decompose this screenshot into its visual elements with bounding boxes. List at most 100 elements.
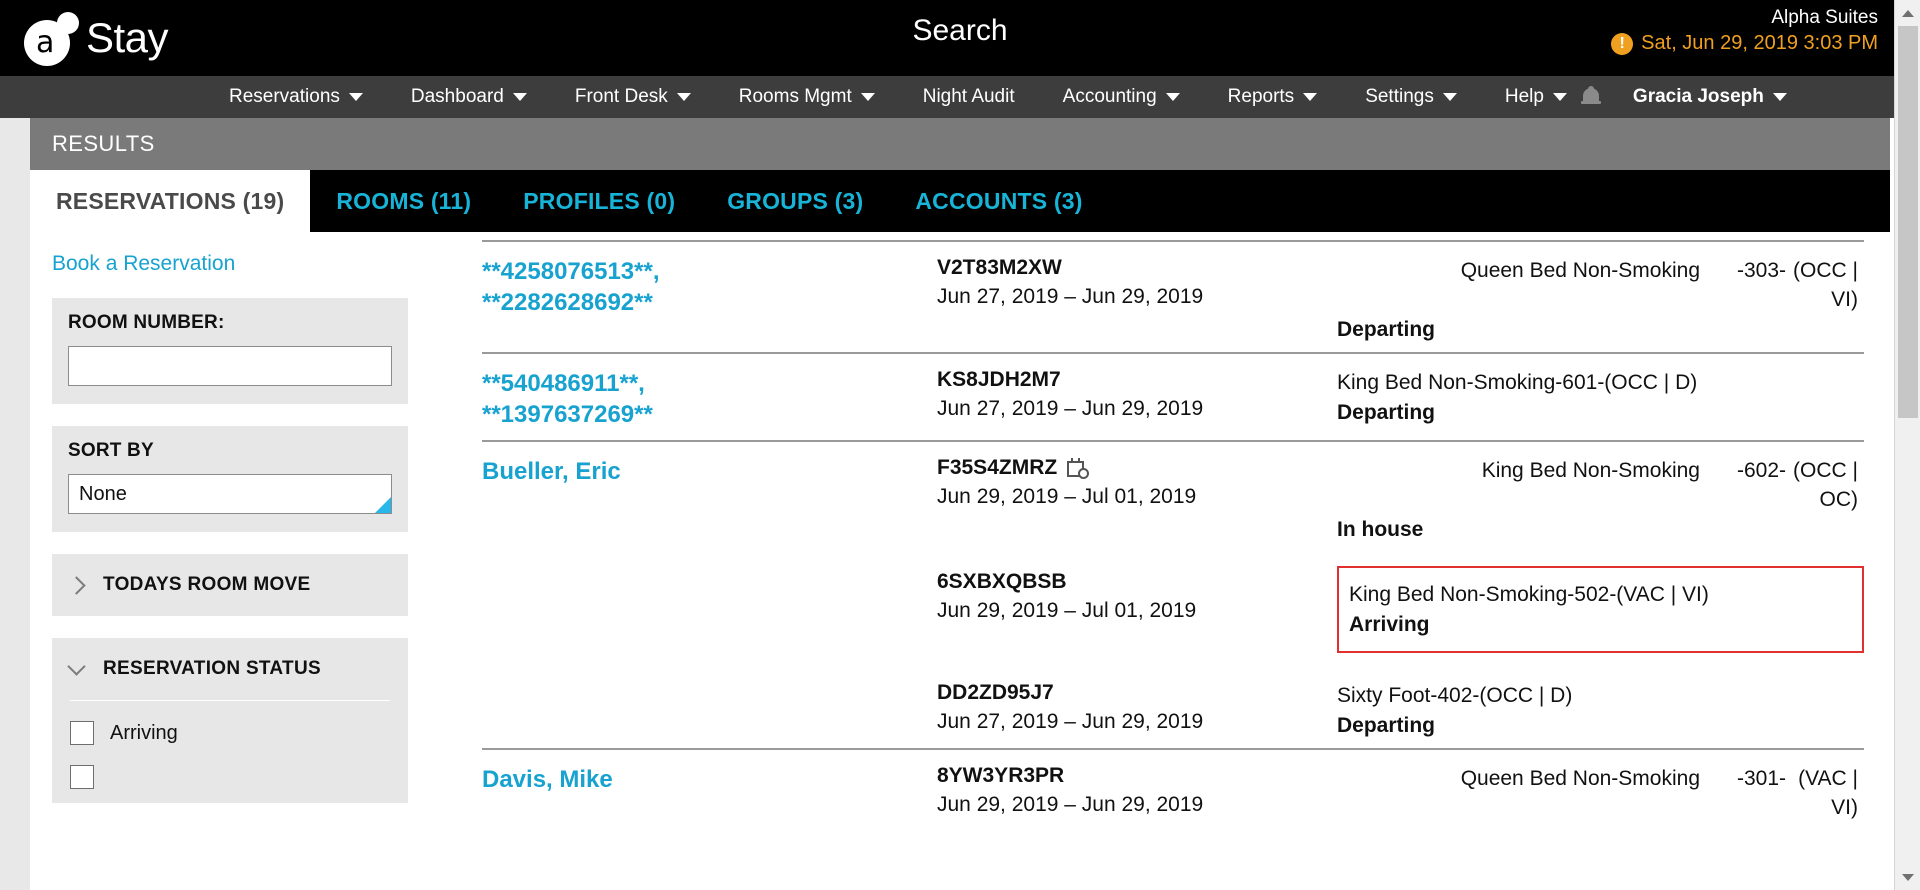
table-row[interactable]: **540486911**, **1397637269** KS8JDH2M7 … <box>482 352 1864 440</box>
guest-name-link[interactable]: Davis, Mike <box>482 758 937 795</box>
nav-label: Help <box>1504 86 1544 107</box>
nav-item-accounting[interactable]: Accounting <box>1039 76 1204 118</box>
room-status-code: (OCC | VI) <box>1793 259 1858 311</box>
guest-name-line1: Bueller, Eric <box>482 458 621 485</box>
guest-name-link[interactable]: Bueller, Eric <box>482 450 937 487</box>
table-subrow[interactable]: 6SXBXQBSB Jun 29, 2019 – Jul 01, 2019 Ki… <box>482 564 1864 653</box>
room-number-label: ROOM NUMBER: <box>68 312 225 333</box>
nav-label: Rooms Mgmt <box>738 86 852 107</box>
room-full-description: King Bed Non-Smoking-601-(OCC | D) <box>1337 371 1698 394</box>
nav-item-help[interactable]: Help <box>1481 76 1591 118</box>
checkbox-next[interactable] <box>70 765 94 789</box>
room-type: Queen Bed Non-Smoking <box>1460 767 1700 790</box>
room-full-description: Sixty Foot-402-(OCC | D) <box>1337 684 1573 707</box>
tab-rooms[interactable]: ROOMS (11) <box>310 170 497 232</box>
confirmation-cell: DD2ZD95J7 Jun 27, 2019 – Jun 29, 2019 <box>937 675 1337 734</box>
nav-item-reservations[interactable]: Reservations <box>205 76 387 118</box>
brand-logo[interactable]: a Stay <box>24 10 169 66</box>
select-corner-icon <box>375 497 391 513</box>
nav-label: Front Desk <box>574 86 668 107</box>
nav-item-dashboard[interactable]: Dashboard <box>387 76 551 118</box>
chevron-down-icon <box>1303 93 1318 101</box>
room-number-input[interactable] <box>68 346 392 386</box>
section-divider <box>70 700 390 701</box>
highlighted-room-block: King Bed Non-Smoking-502-(VAC | VI) Arri… <box>1337 566 1864 653</box>
checkbox-label: Arriving <box>110 721 178 744</box>
guest-name-link[interactable]: **540486911**, **1397637269** <box>482 362 937 430</box>
room-number: -303- <box>1736 259 1786 282</box>
tab-reservations[interactable]: RESERVATIONS (19) <box>30 170 311 232</box>
room-type: Queen Bed Non-Smoking <box>1460 259 1700 282</box>
confirmation-cell: 6SXBXQBSB Jun 29, 2019 – Jul 01, 2019 <box>937 564 1337 623</box>
main-navigation-bar: Reservations Dashboard Front Desk Rooms … <box>0 76 1920 118</box>
table-row[interactable]: Davis, Mike 8YW3YR3PR Jun 29, 2019 – Jun… <box>482 748 1864 832</box>
checkbox-arriving[interactable] <box>70 721 94 745</box>
chevron-down-icon <box>67 657 86 676</box>
nav-label: Dashboard <box>410 86 504 107</box>
book-a-reservation-link[interactable]: Book a Reservation <box>52 252 408 276</box>
tab-groups[interactable]: GROUPS (3) <box>701 170 889 232</box>
nav-item-night-audit[interactable]: Night Audit <box>899 76 1039 118</box>
nav-item-reports[interactable]: Reports <box>1204 76 1342 118</box>
table-row[interactable]: **4258076513**, **2282628692** V2T83M2XW… <box>482 240 1864 352</box>
user-menu[interactable]: Gracia Joseph <box>1609 76 1811 118</box>
table-row[interactable]: Bueller, Eric F35S4ZMRZ Jun 29, 2019 – J… <box>482 440 1864 748</box>
status-filter-next[interactable] <box>70 755 390 799</box>
room-full-description: King Bed Non-Smoking-502-(VAC | VI) <box>1349 583 1709 606</box>
status-badge: Departing <box>1337 318 1436 341</box>
sort-by-select[interactable]: None <box>68 474 392 514</box>
content-region: RESULTS RESERVATIONS (19) ROOMS (11) PRO… <box>0 118 1920 890</box>
chevron-down-icon <box>676 93 691 101</box>
tab-profiles[interactable]: PROFILES (0) <box>497 170 701 232</box>
room-status-code: (OCC | OC) <box>1793 459 1858 511</box>
table-subrow[interactable]: DD2ZD95J7 Jun 27, 2019 – Jun 29, 2019 Si… <box>482 675 1864 738</box>
confirmation-code[interactable]: 6SXBXQBSB <box>937 570 1337 594</box>
status-badge: In house <box>1337 518 1424 541</box>
scroll-up-arrow-icon[interactable] <box>1895 0 1920 26</box>
results-header-bar: RESULTS <box>30 118 1890 170</box>
chevron-right-icon <box>67 575 86 595</box>
tab-accounts[interactable]: ACCOUNTS (3) <box>889 170 1108 232</box>
nav-item-front-desk[interactable]: Front Desk <box>551 76 715 118</box>
nav-label: Night Audit <box>922 86 1015 107</box>
room-cell: King Bed Non-Smoking-601-(OCC | D) Depar… <box>1337 362 1864 425</box>
confirmation-cell: KS8JDH2M7 Jun 27, 2019 – Jun 29, 2019 <box>937 362 1337 421</box>
confirmation-code[interactable]: DD2ZD95J7 <box>937 681 1337 705</box>
logo-text: Stay <box>86 14 169 61</box>
main-area: Book a Reservation ROOM NUMBER: SORT BY … <box>30 232 1890 890</box>
chevron-down-icon <box>1442 93 1457 101</box>
status-badge: Arriving <box>1349 613 1430 636</box>
scroll-down-arrow-icon[interactable] <box>1895 864 1920 890</box>
confirmation-code: F35S4ZMRZ <box>937 456 1058 479</box>
todays-room-move-toggle[interactable]: TODAYS ROOM MOVE <box>52 554 408 616</box>
notification-bell-icon[interactable] <box>1580 86 1601 108</box>
guest-name-spacer <box>482 564 937 570</box>
sort-by-label: SORT BY <box>68 440 154 461</box>
confirmation-code[interactable]: V2T83M2XW <box>937 256 1337 280</box>
stay-dates: Jun 29, 2019 – Jun 29, 2019 <box>937 793 1204 816</box>
guest-name-link[interactable]: **4258076513**, **2282628692** <box>482 250 937 318</box>
scrollbar-thumb[interactable] <box>1898 26 1918 418</box>
room-cell: King Bed Non-Smoking-502-(VAC | VI) Arri… <box>1337 564 1864 653</box>
status-filter-arriving[interactable]: Arriving <box>70 711 390 755</box>
calendar-move-icon[interactable] <box>1067 457 1090 479</box>
confirmation-code[interactable]: KS8JDH2M7 <box>937 368 1337 392</box>
guest-name-line1: **540486911**, <box>482 370 645 397</box>
room-cell: Queen Bed Non-Smoking -301- (VAC | VI) <box>1337 758 1864 822</box>
chevron-down-icon <box>1165 93 1180 101</box>
page-scrollbar[interactable] <box>1894 0 1920 890</box>
reservation-status-toggle[interactable]: RESERVATION STATUS <box>52 638 408 700</box>
chevron-down-icon <box>512 93 527 101</box>
stay-dates: Jun 27, 2019 – Jun 29, 2019 <box>937 710 1204 733</box>
nav-label: Reservations <box>229 86 340 107</box>
nav-item-settings[interactable]: Settings <box>1341 76 1481 118</box>
nav-label: Reports <box>1227 86 1295 107</box>
current-datetime: Sat, Jun 29, 2019 3:03 PM <box>1641 32 1878 54</box>
nav-item-rooms-mgmt[interactable]: Rooms Mgmt <box>715 76 899 118</box>
chevron-down-icon <box>860 93 875 101</box>
chevron-down-icon <box>1552 93 1567 101</box>
confirmation-code-wrap[interactable]: F35S4ZMRZ <box>937 456 1337 480</box>
header-right-info: Alpha Suites ! Sat, Jun 29, 2019 3:03 PM <box>1611 6 1878 55</box>
confirmation-code[interactable]: 8YW3YR3PR <box>937 764 1337 788</box>
alert-exclamation-icon[interactable]: ! <box>1611 32 1634 55</box>
